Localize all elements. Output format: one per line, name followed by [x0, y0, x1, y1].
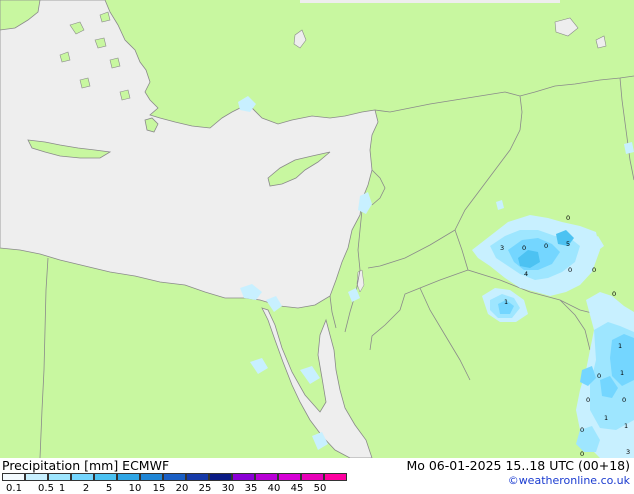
point-label: 0 [522, 244, 526, 252]
point-label: 0 [566, 214, 570, 222]
point-label: 0 [592, 266, 596, 274]
legend-swatch [2, 473, 25, 481]
map-footer: Precipitation [mm] ECMWF Mo 06-01-2025 1… [0, 458, 634, 494]
point-label: 1 [604, 414, 608, 422]
legend-swatch [25, 473, 48, 481]
point-label: 3 [500, 244, 504, 252]
credit-link[interactable]: ©weatheronline.co.uk [508, 474, 630, 487]
legend-tick-label: 15 [152, 483, 166, 494]
legend-tick-label: 20 [175, 483, 189, 494]
map-title: Precipitation [mm] ECMWF [2, 458, 170, 473]
precipitation-map: 0 3 0 0 5 4 0 0 1 0 1 0 1 0 1 0 0 3 0 1 [0, 0, 634, 458]
point-label: 5 [566, 240, 570, 248]
legend-tick-label: 50 [313, 483, 327, 494]
point-label: 0 [568, 266, 572, 274]
legend-tick-label: 45 [290, 483, 304, 494]
legend-tick-label: 5 [105, 483, 113, 494]
map-svg: 0 3 0 0 5 4 0 0 1 0 1 0 1 0 1 0 0 3 0 1 [0, 0, 634, 458]
point-label: 1 [624, 422, 628, 430]
point-label: 3 [626, 448, 630, 456]
legend-tick-label: 25 [198, 483, 212, 494]
legend-swatch [94, 473, 117, 481]
legend-tick-label: 1 [58, 483, 66, 494]
point-label: 0 [597, 372, 601, 380]
legend-swatch [209, 473, 232, 481]
black-sea [300, 0, 560, 3]
point-label: 0 [612, 290, 616, 298]
legend-swatch [232, 473, 255, 481]
legend-swatch [140, 473, 163, 481]
legend-tick-label: 2 [82, 483, 90, 494]
legend-tick-label: 0.1 [6, 483, 22, 494]
legend-swatch [117, 473, 140, 481]
point-label: 1 [504, 298, 508, 306]
legend-swatch [278, 473, 301, 481]
legend-swatch [163, 473, 186, 481]
legend-tick-label: 35 [244, 483, 258, 494]
legend-swatch [324, 473, 347, 481]
point-label: 4 [524, 270, 528, 278]
point-label: 0 [580, 426, 584, 434]
legend-swatch [71, 473, 94, 481]
point-label: 1 [620, 369, 624, 377]
legend-tick-label: 40 [267, 483, 281, 494]
legend-swatch [186, 473, 209, 481]
point-label: 0 [622, 396, 626, 404]
point-label: 0 [580, 450, 584, 458]
legend-tick-label: 10 [128, 483, 142, 494]
point-label: 0 [586, 396, 590, 404]
legend-swatch [301, 473, 324, 481]
legend-swatch [255, 473, 278, 481]
legend-swatch [48, 473, 71, 481]
point-label: 0 [544, 242, 548, 250]
point-label: 1 [618, 342, 622, 350]
legend-tick-label: 30 [221, 483, 235, 494]
valid-time: Mo 06-01-2025 15..18 UTC (00+18) [406, 458, 630, 473]
legend-tick-label: 0.5 [38, 483, 54, 494]
